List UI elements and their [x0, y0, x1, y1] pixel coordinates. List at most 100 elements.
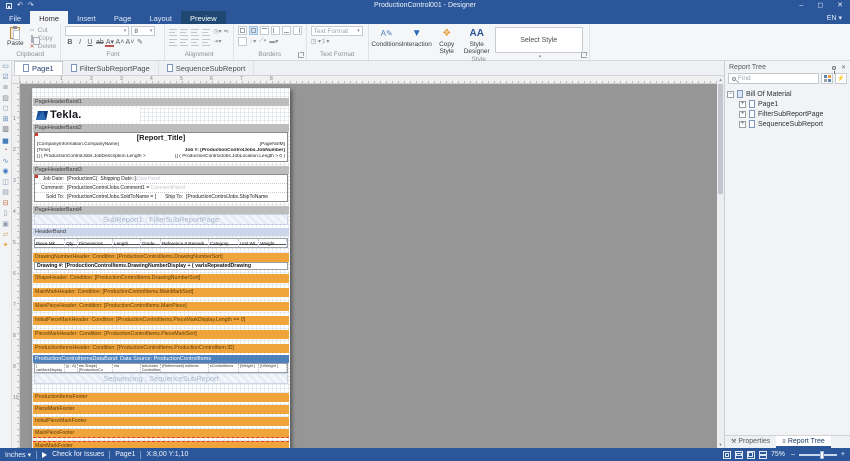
fit-width-icon[interactable]: [735, 451, 743, 459]
zoom-slider[interactable]: [799, 454, 837, 456]
group-band[interactable]: InitialPieceMarkHeader: Condition: [Prod…: [33, 316, 289, 325]
italic-button[interactable]: I: [75, 38, 84, 47]
ribbon-tab-home[interactable]: Home: [30, 11, 68, 24]
detail-cell[interactable]: (Reference#) edItems: [161, 364, 209, 372]
border-top-icon[interactable]: [260, 26, 269, 35]
column-header[interactable]: Category: [209, 239, 239, 247]
report-page[interactable]: PageHeaderBand1Tekla.PageHeaderBand2[Rep…: [32, 88, 290, 448]
font-name-combobox[interactable]: ▾: [65, 26, 129, 36]
format-percent-icon[interactable]: ⁒ ▾: [322, 38, 329, 45]
design-surface[interactable]: 12345678 12345678910 PageHeaderBand1Tekl…: [12, 76, 724, 448]
report-title-field[interactable]: [Report_Title]: [35, 133, 287, 142]
paste-button[interactable]: Paste: [4, 26, 27, 48]
copy-button[interactable]: Copy: [29, 35, 57, 42]
border-outside-icon[interactable]: [249, 26, 258, 35]
font-color-button[interactable]: A▾: [105, 38, 114, 47]
font-size-combobox[interactable]: 8▾: [131, 26, 155, 36]
document-tab-filtersubreportpage[interactable]: FilterSubReportPage: [63, 61, 159, 75]
report-title-block[interactable]: [Report_Title][CompanyInformation.Compan…: [34, 132, 288, 162]
ribbon-tab-page[interactable]: Page: [105, 11, 141, 24]
ribbon-tab-insert[interactable]: Insert: [68, 11, 105, 24]
line-icon[interactable]: ▱: [1, 230, 11, 241]
align-bottom-icon[interactable]: [191, 28, 200, 36]
ribbon-tab-preview[interactable]: Preview: [181, 11, 226, 24]
bold-button[interactable]: B: [65, 38, 74, 47]
undo-icon[interactable]: ↶: [17, 1, 23, 10]
style-designer-button[interactable]: AA Style Designer: [463, 26, 491, 55]
format-painter-icon[interactable]: ✎: [135, 38, 144, 47]
language-selector[interactable]: EN ▾: [819, 11, 850, 24]
band-header-strip[interactable]: HeaderBand: [33, 228, 289, 236]
band-header-strip[interactable]: PageHeaderBand4: [33, 206, 289, 214]
field-value[interactable]: [ProductionControlJobs.ShipToName: [186, 193, 268, 201]
detail-cell[interactable]: tolsJones ControlItems (Items: [141, 364, 161, 372]
column-header[interactable]: Reference # Remark: [161, 239, 209, 247]
border-fill-icon[interactable]: ◌▾: [250, 38, 257, 45]
align-top-icon[interactable]: [169, 28, 178, 36]
page-break-icon[interactable]: ⊟: [1, 199, 11, 210]
tree-node-root[interactable]: −Bill Of Material: [727, 89, 848, 99]
group-band[interactable]: MainMarkFooter: [33, 441, 289, 448]
check-for-issues-button[interactable]: Check for Issues: [52, 451, 104, 458]
shape-icon[interactable]: ✦: [1, 241, 11, 252]
pivot-grid-icon[interactable]: ◉: [1, 167, 11, 178]
band-header-strip[interactable]: PageHeaderBand1: [33, 98, 289, 106]
group-band[interactable]: PieceMarkFooter: [33, 405, 289, 414]
ribbon-tab-layout[interactable]: Layout: [140, 11, 181, 24]
detail-cell[interactable]: [UWeight ]: [259, 364, 287, 372]
expand-icon[interactable]: +: [739, 121, 746, 128]
column-header[interactable]: Length: [113, 239, 141, 247]
group-band[interactable]: ProductionItemsHeader: Condition: [Produ…: [33, 344, 289, 353]
detail-cell[interactable]: sControlItems: [209, 364, 239, 372]
redo-icon[interactable]: ↷: [28, 1, 34, 10]
group-band[interactable]: MainPieceFooter: [33, 429, 289, 438]
panel-tab-report-tree[interactable]: ≡Report Tree: [776, 436, 830, 448]
zoom-slider-thumb[interactable]: [820, 451, 824, 459]
rotate-icon[interactable]: ◷▾: [213, 28, 221, 36]
conditions-button[interactable]: A✎ Conditions: [373, 26, 401, 48]
text-format-combobox[interactable]: Text Format▾: [311, 26, 363, 36]
header-field-right[interactable]: [] ( ProductionControlJobs.JobLocation.L…: [175, 154, 285, 160]
cross-band-line-icon[interactable]: ▯: [1, 209, 11, 220]
zoom-out-button[interactable]: –: [791, 451, 795, 458]
align-middle-icon[interactable]: [180, 28, 189, 36]
restore-button[interactable]: ◻: [810, 0, 830, 11]
minimize-button[interactable]: –: [792, 0, 810, 11]
data-band-strip[interactable]: ProductionControlItemsDataBand: Data Sou…: [33, 355, 289, 363]
style-dialog-launcher-icon[interactable]: [581, 52, 587, 58]
subreport-icon[interactable]: ◫: [1, 178, 11, 189]
tree-node-page1[interactable]: +Page1: [727, 99, 848, 109]
find-input[interactable]: Find: [728, 73, 819, 84]
group-band[interactable]: InitialPieceMarkFooter: [33, 417, 289, 426]
job-info-block[interactable]: Job Date:[ProductionC( Shipping Date: ] …: [34, 174, 288, 202]
borders-dialog-launcher-icon[interactable]: [298, 52, 304, 58]
detail-cell[interactable]: [Weight ]: [239, 364, 259, 372]
group-band[interactable]: MainPieceHeader: Condition: [ProductionC…: [33, 302, 289, 311]
header-field-left[interactable]: [] ( ProductionControlJobs.JobDescriptio…: [37, 154, 146, 160]
interaction-button[interactable]: ▼ Interaction: [403, 26, 431, 48]
subreport-band[interactable]: Sequencing : SequenceSubReport: [34, 373, 288, 384]
scrollbar-thumb[interactable]: [718, 84, 723, 194]
zoom-in-button[interactable]: +: [841, 451, 845, 458]
zoom-percentage[interactable]: 75%: [771, 451, 785, 458]
group-band[interactable]: MainMarkHeader: Condition: [ProductionCo…: [33, 288, 289, 297]
expand-icon[interactable]: +: [739, 101, 746, 108]
units-selector[interactable]: Inches ▾: [5, 451, 31, 459]
strikethrough-button[interactable]: ab: [95, 38, 104, 47]
column-header[interactable]: Weight: [259, 239, 287, 247]
group-band[interactable]: ShapeHeader: Condition: [ProductionContr…: [33, 274, 289, 283]
gauge-icon[interactable]: ◔: [1, 146, 11, 157]
picture-box-icon[interactable]: ▨: [1, 94, 11, 105]
barcode-icon[interactable]: ▥: [1, 125, 11, 136]
field-value[interactable]: [ProductionC(: [67, 175, 98, 183]
group-band[interactable]: DrawingNumberHeader: Condition: [Product…: [33, 253, 289, 262]
grow-font-button[interactable]: A˄: [115, 38, 124, 47]
field-value[interactable]: [ProductionControlJobs.SoldToName = [: [67, 193, 156, 201]
column-header[interactable]: Piece Mk: [35, 239, 65, 247]
tree-node-filtersubreportpage[interactable]: +FilterSubReportPage: [727, 109, 848, 119]
save-icon[interactable]: [6, 3, 12, 9]
page-layout-icon[interactable]: [759, 451, 767, 459]
wrap-icon[interactable]: ⇋: [224, 28, 229, 36]
scroll-up-icon[interactable]: ▲: [717, 76, 724, 83]
border-color-icon[interactable]: ⟋▾: [259, 38, 266, 45]
